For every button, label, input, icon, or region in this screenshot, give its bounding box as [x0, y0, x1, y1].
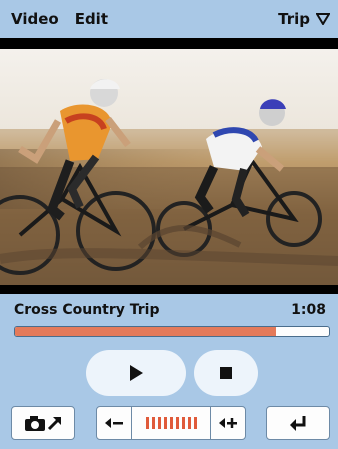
volume-tick	[169, 417, 173, 429]
track-info: Cross Country Trip 1:08	[14, 300, 326, 320]
volume-tick	[193, 417, 197, 429]
play-icon	[130, 365, 143, 381]
volume-up-icon	[219, 418, 237, 428]
camera-export-button[interactable]	[11, 406, 75, 440]
volume-down-icon	[105, 418, 123, 428]
stop-icon	[220, 367, 232, 379]
cyclists-image	[0, 79, 338, 285]
menu-video[interactable]: Video	[3, 10, 67, 28]
volume-tick	[157, 417, 161, 429]
menu-bar: Video Edit Trip	[0, 0, 338, 38]
video-frame-image[interactable]	[0, 49, 338, 285]
volume-level-indicator[interactable]	[132, 417, 210, 429]
triangle-down-icon	[316, 13, 330, 25]
track-time: 1:08	[291, 302, 326, 318]
volume-up-button[interactable]	[210, 407, 245, 439]
return-button[interactable]	[266, 406, 330, 440]
volume-control	[96, 406, 246, 440]
play-button[interactable]	[86, 350, 186, 396]
trip-menu-label: Trip	[278, 10, 310, 28]
bottom-toolbar	[0, 406, 338, 442]
volume-tick	[181, 417, 185, 429]
volume-tick	[187, 417, 191, 429]
progress-bar[interactable]	[14, 326, 330, 337]
trip-menu[interactable]: Trip	[278, 10, 338, 28]
track-title: Cross Country Trip	[14, 302, 160, 318]
volume-tick	[151, 417, 155, 429]
menu-edit[interactable]: Edit	[67, 10, 116, 28]
camera-export-icon	[25, 416, 61, 431]
volume-tick	[175, 417, 179, 429]
stop-button[interactable]	[194, 350, 258, 396]
return-icon	[290, 416, 306, 431]
volume-down-button[interactable]	[97, 407, 132, 439]
progress-fill	[15, 327, 276, 336]
video-player[interactable]	[0, 38, 338, 294]
volume-tick	[145, 417, 149, 429]
volume-tick	[163, 417, 167, 429]
